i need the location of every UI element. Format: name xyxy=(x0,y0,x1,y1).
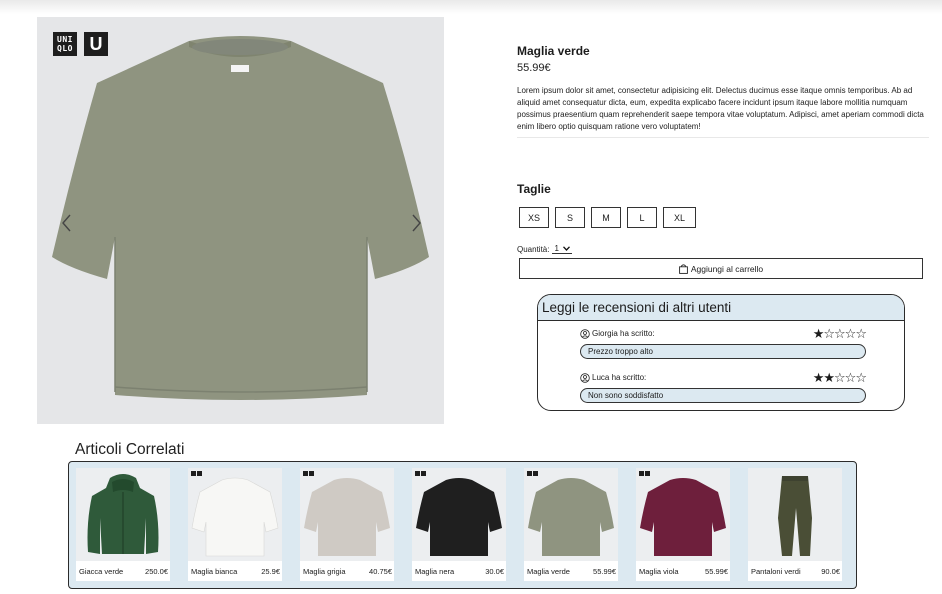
related-card-pantaloni-verdi[interactable]: Pantaloni verdi 90.0€ xyxy=(748,468,842,581)
product-thumbnail xyxy=(300,468,394,561)
related-card-label: Maglia verde 55.99€ xyxy=(527,567,616,576)
related-card-giacca-verde[interactable]: Giacca verde 250.0€ xyxy=(76,468,170,581)
related-card-label: Giacca verde 250.0€ xyxy=(79,567,168,576)
chevron-down-icon xyxy=(562,246,570,251)
logo-text-top: UNI xyxy=(57,35,73,44)
related-products: Giacca verde 250.0€ Maglia bianca 25.9€ … xyxy=(68,461,857,589)
review-text: Prezzo troppo alto xyxy=(580,344,866,359)
review-item: Luca ha scritto: ★★☆☆☆ Non sono soddisfa… xyxy=(580,370,867,403)
add-to-cart-button[interactable]: Aggiungi al carrello xyxy=(519,258,923,279)
related-name: Maglia verde xyxy=(527,567,570,576)
related-card-maglia-viola[interactable]: Maglia viola 55.99€ xyxy=(636,468,730,581)
product-thumbnail xyxy=(188,468,282,561)
related-name: Pantaloni verdi xyxy=(751,567,801,576)
size-button-s[interactable]: S xyxy=(555,207,585,228)
related-price: 40.75€ xyxy=(369,567,392,576)
related-title: Articoli Correlati xyxy=(75,441,185,458)
related-price: 30.0€ xyxy=(485,567,504,576)
related-card-maglia-grigia[interactable]: Maglia grigia 40.75€ xyxy=(300,468,394,581)
mini-brand-logo xyxy=(527,471,538,476)
quantity-control: Quantità: 1 xyxy=(517,244,572,254)
uniqlo-logo: UNI QLO xyxy=(53,32,77,56)
mini-brand-logo xyxy=(415,471,426,476)
review-author: Luca ha scritto: xyxy=(580,372,647,383)
shopping-bag-icon xyxy=(678,263,688,274)
review-author-name: Luca ha scritto: xyxy=(592,373,647,382)
size-button-xl[interactable]: XL xyxy=(663,207,696,228)
mini-brand-logo xyxy=(303,471,314,476)
user-icon xyxy=(580,372,590,383)
review-item: Giorgia ha scritto: ★☆☆☆☆ Prezzo troppo … xyxy=(580,326,867,359)
size-button-m[interactable]: M xyxy=(591,207,621,228)
tee-image xyxy=(528,478,614,556)
sizes-title: Taglie xyxy=(517,182,551,196)
tee-image xyxy=(191,477,279,557)
top-shadow xyxy=(0,0,942,14)
brand-logo: UNI QLO U xyxy=(53,32,108,56)
product-gallery: UNI QLO U xyxy=(37,17,444,424)
reviews-panel: Leggi le recensioni di altri utenti Gior… xyxy=(537,294,905,411)
related-price: 55.99€ xyxy=(705,567,728,576)
review-text: Non sono soddisfatto xyxy=(580,388,866,403)
related-card-maglia-verde[interactable]: Maglia verde 55.99€ xyxy=(524,468,618,581)
related-card-label: Maglia nera 30.0€ xyxy=(415,567,504,576)
quantity-value: 1 xyxy=(554,244,559,253)
product-info: Maglia verde 55.99€ Lorem ipsum dolor si… xyxy=(517,44,929,138)
related-name: Maglia nera xyxy=(415,567,455,576)
related-card-maglia-nera[interactable]: Maglia nera 30.0€ xyxy=(412,468,506,581)
related-card-maglia-bianca[interactable]: Maglia bianca 25.9€ xyxy=(188,468,282,581)
related-name: Maglia grigia xyxy=(303,567,346,576)
tee-image xyxy=(416,478,502,556)
related-card-label: Maglia viola 55.99€ xyxy=(639,567,728,576)
review-author: Giorgia ha scritto: xyxy=(580,328,655,339)
star-rating-icon: ★☆☆☆☆ xyxy=(812,326,867,341)
pants-image xyxy=(778,476,812,556)
related-price: 55.99€ xyxy=(593,567,616,576)
related-price: 25.9€ xyxy=(261,567,280,576)
product-price: 55.99€ xyxy=(517,62,551,74)
size-selector: XS S M L XL xyxy=(519,207,696,228)
product-thumbnail xyxy=(636,468,730,561)
related-name: Maglia viola xyxy=(639,567,679,576)
u-logo: U xyxy=(84,32,108,56)
mini-brand-logo xyxy=(191,471,202,476)
quantity-select[interactable]: 1 xyxy=(552,244,572,254)
product-thumbnail xyxy=(76,468,170,561)
tee-image xyxy=(304,478,390,556)
product-description: Lorem ipsum dolor sit amet, consectetur … xyxy=(517,85,929,138)
chevron-left-icon[interactable] xyxy=(59,213,75,233)
size-button-xs[interactable]: XS xyxy=(519,207,549,228)
mini-brand-logo xyxy=(639,471,650,476)
jacket-image xyxy=(87,474,159,554)
chevron-right-icon[interactable] xyxy=(408,213,424,233)
review-author-name: Giorgia ha scritto: xyxy=(592,329,655,338)
related-card-label: Maglia grigia 40.75€ xyxy=(303,567,392,576)
product-image xyxy=(52,36,429,400)
size-button-l[interactable]: L xyxy=(627,207,657,228)
product-thumbnail xyxy=(524,468,618,561)
quantity-label: Quantità: xyxy=(517,244,550,254)
product-thumbnail xyxy=(748,468,842,561)
related-card-label: Maglia bianca 25.9€ xyxy=(191,567,280,576)
product-name: Maglia verde xyxy=(517,44,590,58)
add-to-cart-label: Aggiungi al carrello xyxy=(690,263,764,274)
related-card-label: Pantaloni verdi 90.0€ xyxy=(751,567,840,576)
star-rating-icon: ★★☆☆☆ xyxy=(812,370,867,385)
product-thumbnail xyxy=(412,468,506,561)
logo-text-bottom: QLO xyxy=(57,44,73,53)
related-price: 250.0€ xyxy=(145,567,168,576)
tee-image xyxy=(640,478,726,556)
reviews-title: Leggi le recensioni di altri utenti xyxy=(538,295,904,321)
related-name: Giacca verde xyxy=(79,567,124,576)
user-icon xyxy=(580,328,590,339)
related-price: 90.0€ xyxy=(821,567,840,576)
related-name: Maglia bianca xyxy=(191,567,238,576)
